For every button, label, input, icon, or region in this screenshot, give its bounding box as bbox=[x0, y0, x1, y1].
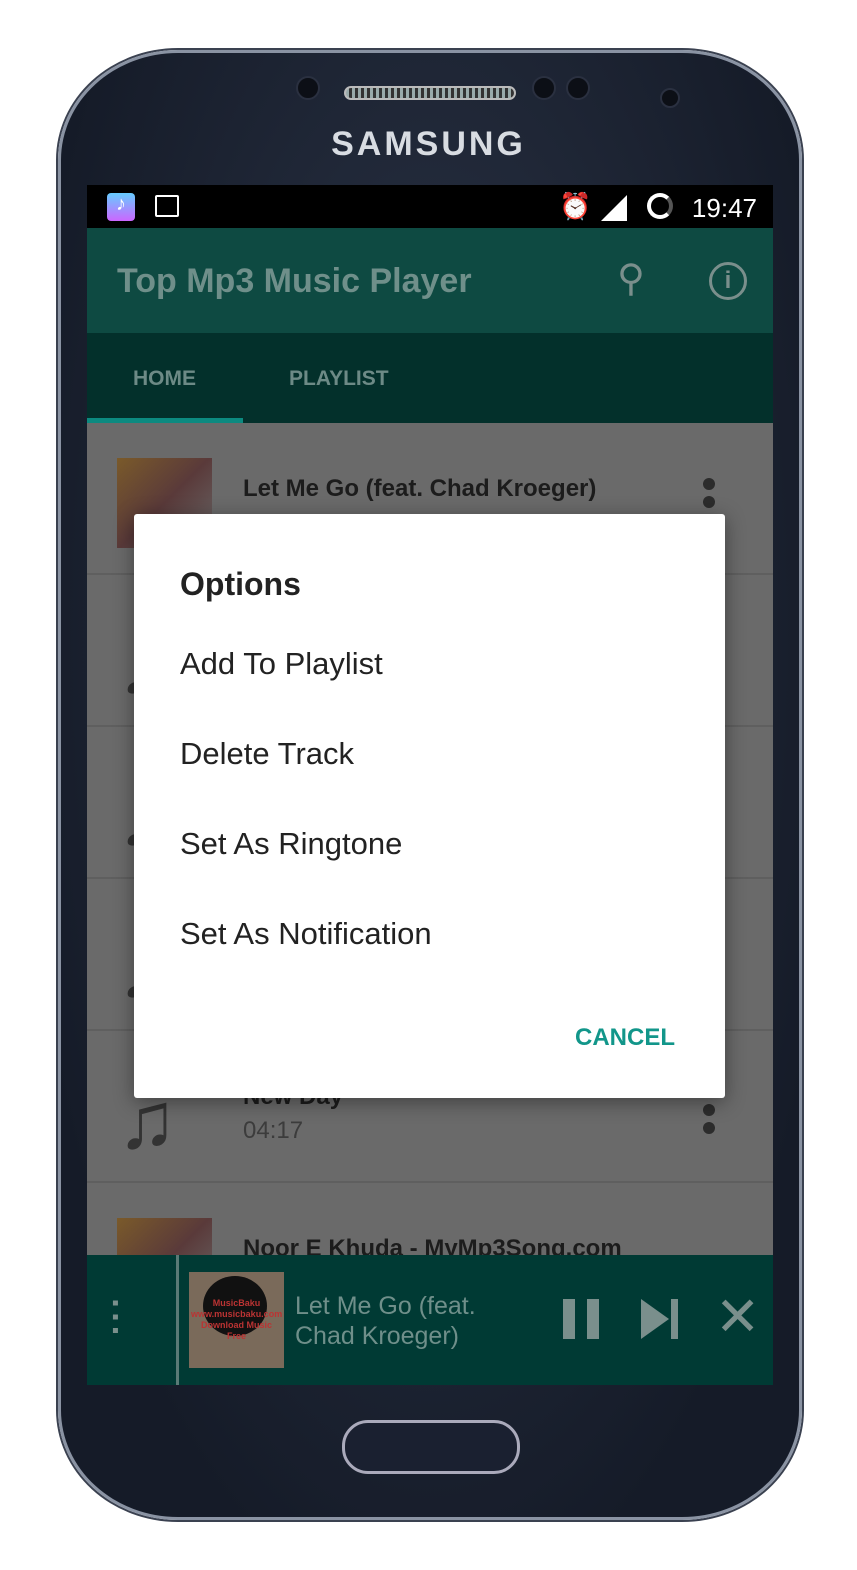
option-set-as-ringtone[interactable]: Set As Ringtone bbox=[180, 826, 402, 862]
skip-bar bbox=[671, 1299, 678, 1339]
equalizer-icon[interactable]: ⫶ bbox=[109, 1293, 121, 1349]
album-art: MusicBaku www.musicbaku.com Download Mus… bbox=[189, 1272, 284, 1368]
screen: ♪ ⏰ 19:47 Top Mp3 Music Player ⚲ i HOME … bbox=[87, 185, 773, 1385]
option-set-as-notification[interactable]: Set As Notification bbox=[180, 916, 432, 952]
info-icon[interactable]: i bbox=[709, 262, 747, 300]
cancel-button[interactable]: CANCEL bbox=[575, 1024, 675, 1052]
track-title: Let Me Go (feat. Chad Kroeger) bbox=[243, 475, 597, 502]
image-icon bbox=[155, 195, 179, 217]
music-app-icon: ♪ bbox=[107, 193, 135, 221]
signal-icon bbox=[601, 195, 627, 221]
mini-player[interactable]: ⫶ MusicBaku www.musicbaku.com Download M… bbox=[87, 1255, 773, 1385]
app-toolbar: Top Mp3 Music Player ⚲ i bbox=[87, 228, 773, 333]
skip-next-icon[interactable] bbox=[641, 1299, 669, 1339]
tab-home[interactable]: HOME bbox=[133, 367, 196, 391]
search-icon[interactable]: ⚲ bbox=[617, 256, 645, 301]
tab-playlist[interactable]: PLAYLIST bbox=[289, 367, 389, 391]
clock: 19:47 bbox=[691, 193, 757, 223]
sensor bbox=[566, 76, 590, 100]
sensor bbox=[296, 76, 320, 100]
option-add-to-playlist[interactable]: Add To Playlist bbox=[180, 646, 383, 682]
loading-icon bbox=[647, 193, 673, 219]
alarm-icon: ⏰ bbox=[559, 191, 592, 221]
album-art-text: MusicBaku www.musicbaku.com Download Mus… bbox=[191, 1298, 283, 1341]
pause-icon[interactable] bbox=[563, 1299, 599, 1339]
home-button[interactable] bbox=[342, 1420, 520, 1474]
tab-bar: HOME PLAYLIST bbox=[87, 333, 773, 423]
brand-logo: SAMSUNG bbox=[331, 125, 526, 163]
close-icon[interactable]: ✕ bbox=[715, 1285, 760, 1348]
sensor bbox=[532, 76, 556, 100]
track-duration: 04:17 bbox=[243, 1117, 304, 1144]
option-delete-track[interactable]: Delete Track bbox=[180, 736, 354, 772]
status-bar: ♪ ⏰ 19:47 bbox=[87, 185, 773, 228]
speaker-grille bbox=[344, 86, 516, 100]
options-dialog: Options Add To Playlist Delete Track Set… bbox=[134, 514, 725, 1098]
dialog-title: Options bbox=[180, 566, 301, 602]
now-playing-title: Let Me Go (feat. Chad Kroeger) bbox=[295, 1292, 476, 1350]
app-title: Top Mp3 Music Player bbox=[117, 262, 472, 300]
front-camera bbox=[660, 88, 680, 108]
divider bbox=[176, 1255, 179, 1385]
